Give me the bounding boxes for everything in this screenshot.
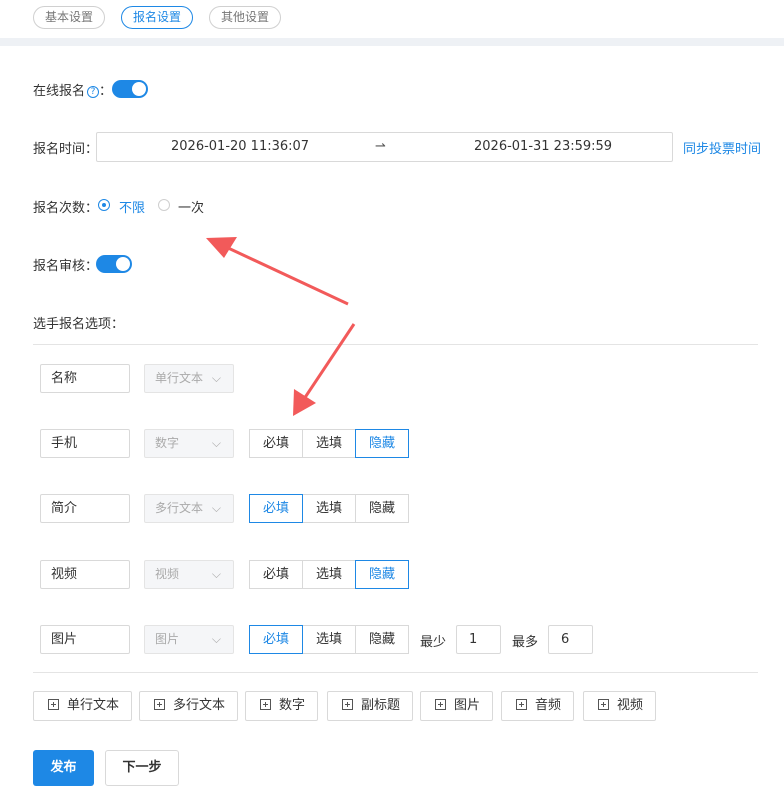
field-type-select: 数字 ⌵ (144, 429, 234, 458)
mode-required-button[interactable]: 必填 (249, 625, 303, 654)
toggle-knob (116, 257, 130, 271)
max-count-input[interactable]: 6 (548, 625, 593, 654)
chevron-down-icon: ⌵ (211, 501, 221, 515)
divider (33, 672, 758, 673)
tab-signup-settings[interactable]: 报名设置 (121, 6, 194, 29)
range-separator-icon: ⇀ (375, 139, 386, 154)
plus-square-icon (598, 699, 609, 710)
plus-square-icon (260, 699, 271, 710)
min-count-input[interactable]: 1 (456, 625, 501, 654)
plus-square-icon (342, 699, 353, 710)
add-single-line-text-button[interactable]: 单行文本 (33, 691, 133, 721)
mode-optional-button[interactable]: 选填 (302, 429, 356, 458)
mode-optional-button[interactable]: 选填 (302, 625, 356, 654)
field-type-select: 单行文本 ⌵ (144, 364, 234, 393)
field-type-select: 图片 ⌵ (144, 625, 234, 654)
field-name-input[interactable]: 手机 (40, 429, 130, 458)
toggle-knob (132, 82, 146, 96)
radio-unlimited[interactable] (98, 199, 110, 211)
end-datetime[interactable]: 2026-01-31 23:59:59 (474, 139, 612, 154)
field-type-select: 视频 ⌵ (144, 560, 234, 589)
tab-other-settings[interactable]: 其他设置 (209, 6, 282, 29)
plus-square-icon (48, 699, 59, 710)
mode-hidden-button[interactable]: 隐藏 (355, 560, 409, 589)
field-type-value: 图片 (155, 632, 180, 646)
online-signup-text: 在线报名 (33, 84, 86, 99)
divider-band (0, 38, 784, 46)
add-button-label: 图片 (454, 698, 481, 713)
mode-required-button[interactable]: 必填 (249, 494, 303, 523)
mode-optional-button[interactable]: 选填 (302, 494, 356, 523)
signup-review-toggle[interactable] (96, 255, 132, 273)
tab-basic-settings[interactable]: 基本设置 (33, 6, 106, 29)
field-name-input[interactable]: 名称 (40, 364, 130, 393)
signup-time-label: 报名时间： (33, 142, 99, 157)
add-button-label: 数字 (279, 698, 306, 713)
add-button-label: 视频 (617, 698, 644, 713)
annotation-arrow-line (225, 245, 349, 306)
mode-optional-button[interactable]: 选填 (302, 560, 356, 589)
mode-hidden-button[interactable]: 隐藏 (355, 429, 409, 458)
help-icon[interactable]: ? (87, 86, 100, 98)
add-subtitle-button[interactable]: 副标题 (327, 691, 414, 721)
mode-required-button[interactable]: 必填 (249, 560, 303, 589)
add-multi-line-text-button[interactable]: 多行文本 (139, 691, 239, 721)
add-button-label: 副标题 (361, 698, 401, 713)
chevron-down-icon: ⌵ (211, 632, 221, 646)
add-video-button[interactable]: 视频 (583, 691, 657, 721)
mode-required-button[interactable]: 必填 (249, 429, 303, 458)
annotation-arrow-line (302, 323, 356, 400)
field-type-value: 数字 (155, 436, 180, 450)
sync-vote-time-link[interactable]: 同步投票时间 (683, 138, 761, 157)
publish-button[interactable]: 发布 (33, 750, 94, 786)
plus-square-icon (516, 699, 527, 710)
field-name-input[interactable]: 图片 (40, 625, 130, 654)
next-step-button[interactable]: 下一步 (105, 750, 179, 786)
signup-count-label: 报名次数： (33, 201, 99, 216)
online-signup-label: 在线报名?： (33, 80, 112, 99)
signup-review-label: 报名审核： (33, 259, 99, 274)
add-button-label: 多行文本 (173, 698, 226, 713)
add-button-label: 音频 (535, 698, 562, 713)
annotation-arrows (206, 237, 356, 416)
start-datetime[interactable]: 2026-01-20 11:36:07 (171, 139, 309, 154)
field-type-value: 单行文本 (155, 371, 204, 385)
divider (33, 344, 758, 345)
signup-date-range[interactable]: 2026-01-20 11:36:07 ⇀ 2026-01-31 23:59:5… (96, 132, 673, 162)
field-name-input[interactable]: 视频 (40, 560, 130, 589)
field-type-value: 视频 (155, 567, 180, 581)
radio-unlimited-label[interactable]: 不限 (119, 197, 145, 216)
plus-square-icon (154, 699, 165, 710)
add-button-label: 单行文本 (67, 698, 120, 713)
field-type-select: 多行文本 ⌵ (144, 494, 234, 523)
online-signup-toggle[interactable] (112, 80, 148, 98)
add-number-button[interactable]: 数字 (245, 691, 319, 721)
add-image-button[interactable]: 图片 (420, 691, 494, 721)
field-name-input[interactable]: 简介 (40, 494, 130, 523)
fields-section-title: 选手报名选项： (33, 317, 125, 332)
max-count-label: 最多 (512, 635, 539, 650)
mode-hidden-button[interactable]: 隐藏 (355, 494, 409, 523)
chevron-down-icon: ⌵ (211, 436, 221, 450)
annotation-arrowhead (293, 389, 316, 416)
field-type-value: 多行文本 (155, 501, 204, 515)
annotation-arrowhead (206, 237, 237, 258)
min-count-label: 最少 (420, 635, 447, 650)
online-signup-colon: ： (99, 84, 113, 99)
radio-once[interactable] (158, 199, 170, 211)
add-audio-button[interactable]: 音频 (501, 691, 575, 721)
radio-once-label[interactable]: 一次 (178, 197, 204, 216)
mode-hidden-button[interactable]: 隐藏 (355, 625, 409, 654)
settings-tabs: 基本设置 报名设置 其他设置 (0, 0, 784, 38)
chevron-down-icon: ⌵ (211, 567, 221, 581)
plus-square-icon (435, 699, 446, 710)
chevron-down-icon: ⌵ (211, 371, 221, 385)
